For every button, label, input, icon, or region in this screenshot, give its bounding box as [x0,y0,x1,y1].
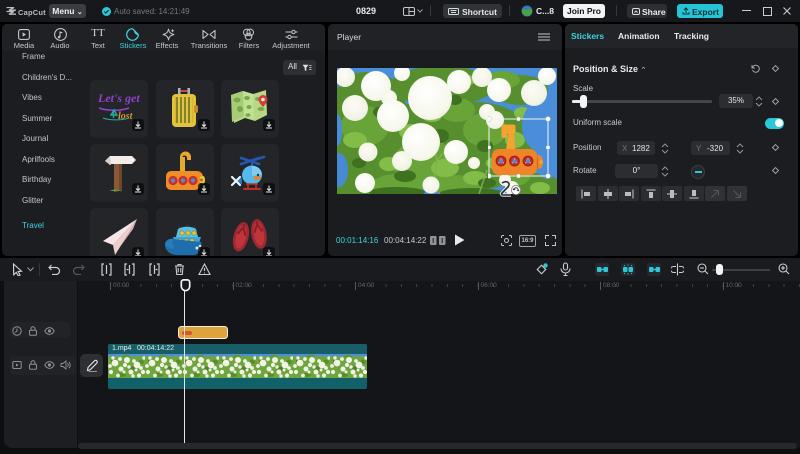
svg-text:Let's get: Let's get [97,91,140,105]
